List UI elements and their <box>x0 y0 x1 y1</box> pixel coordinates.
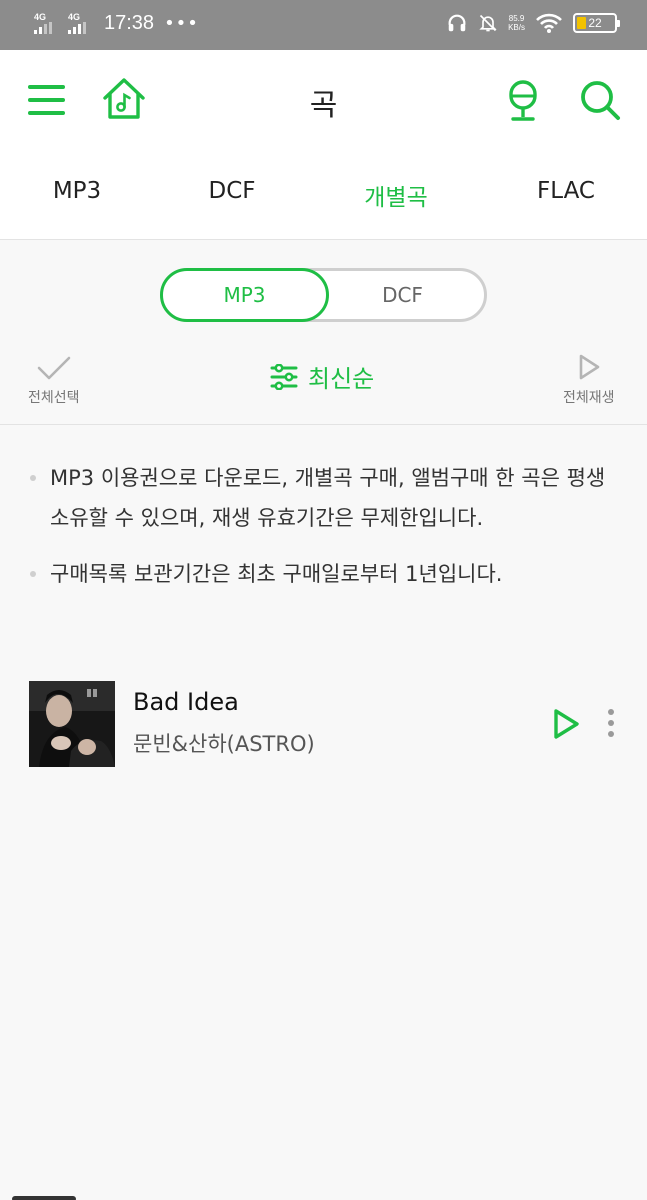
wifi-icon <box>536 13 562 33</box>
app-header: 곡 <box>0 50 647 150</box>
tab-mp3[interactable]: MP3 <box>53 178 101 204</box>
clock: 17:38 <box>104 12 155 34</box>
song-artist: 문빈&산하(ASTRO) <box>133 732 315 756</box>
song-title: Bad Idea <box>133 688 239 716</box>
home-indicator <box>12 1196 76 1200</box>
checkmark-icon <box>37 356 71 380</box>
select-all-button[interactable]: 전체선택 <box>28 355 80 407</box>
signal-bars-icon <box>34 22 52 34</box>
battery-level: 22 <box>588 16 602 30</box>
notice-list: MP3 이용권으로 다운로드, 개별곡 구매, 앨범구매 한 곡은 평생 소유할… <box>28 458 620 610</box>
play-all-label: 전체재생 <box>563 390 615 406</box>
notice-item: 구매목록 보관기간은 최초 구매일로부터 1년입니다. <box>28 554 620 594</box>
network-type-1: 4G <box>34 12 47 22</box>
tab-dcf[interactable]: DCF <box>209 178 256 204</box>
network-speed: 85.9 KB/s <box>508 14 525 32</box>
play-outline-icon <box>579 354 600 380</box>
album-art <box>29 681 115 767</box>
page-title: 곡 <box>309 88 338 123</box>
signal-1: 4G <box>34 13 62 34</box>
format-toggle: MP3 DCF <box>160 268 487 322</box>
speed-unit: KB/s <box>508 23 525 32</box>
more-notifications-icon: ••• <box>164 13 199 34</box>
status-bar: 4G 4G 17:38 ••• 85.9 KB/s 22 <box>0 0 647 50</box>
select-all-label: 전체선택 <box>28 390 80 406</box>
headphones-icon <box>448 14 466 32</box>
toggle-mp3-button[interactable]: MP3 <box>160 268 329 322</box>
song-list-item[interactable]: Bad Idea 문빈&산하(ASTRO) <box>0 680 647 770</box>
battery-icon: 22 <box>573 13 620 33</box>
network-type-2: 4G <box>68 12 81 22</box>
notice-item: MP3 이용권으로 다운로드, 개별곡 구매, 앨범구매 한 곡은 평생 소유할… <box>28 458 620 538</box>
mic-icon[interactable] <box>508 80 538 122</box>
sort-button[interactable]: 최신순 <box>270 359 374 394</box>
menu-icon[interactable] <box>28 84 66 116</box>
search-icon[interactable] <box>580 80 622 122</box>
tab-individual-songs[interactable]: 개별곡 <box>364 178 427 212</box>
tab-flac[interactable]: FLAC <box>537 178 595 204</box>
play-icon[interactable] <box>551 708 581 740</box>
more-options-icon[interactable] <box>604 708 618 738</box>
play-all-button[interactable]: 전체재생 <box>563 353 615 407</box>
signal-2: 4G <box>68 13 96 34</box>
speed-value: 85.9 <box>508 14 525 23</box>
home-music-icon[interactable] <box>101 76 147 120</box>
sort-sliders-icon <box>270 363 298 390</box>
signal-bars-icon <box>68 22 86 34</box>
category-tabs: MP3 DCF 개별곡 FLAC <box>0 150 647 240</box>
bell-muted-icon <box>479 14 497 32</box>
list-toolbar: 전체선택 최신순 전체재생 <box>0 345 647 425</box>
toggle-dcf-button[interactable]: DCF <box>318 268 487 322</box>
sort-label: 최신순 <box>308 365 375 393</box>
